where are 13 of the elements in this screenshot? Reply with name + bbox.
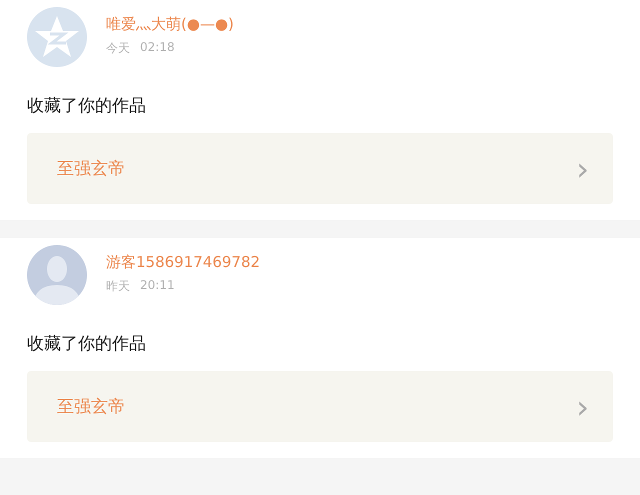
action-text: 收藏了你的作品 — [27, 95, 147, 117]
date-label: 昨天 — [106, 278, 130, 295]
time-label: 02:18 — [140, 40, 175, 56]
work-link[interactable]: 至强玄帝 › — [27, 371, 613, 442]
star-avatar-icon — [27, 7, 87, 67]
work-link[interactable]: 至强玄帝 › — [27, 133, 613, 204]
user-name[interactable]: 唯爱灬大萌(●—●) — [106, 15, 234, 34]
time-label: 20:11 — [140, 278, 175, 294]
user-name[interactable]: 游客1586917469782 — [106, 253, 260, 272]
date-label: 今天 — [106, 40, 130, 57]
action-text: 收藏了你的作品 — [27, 333, 147, 355]
chevron-icon: › — [576, 152, 589, 184]
chevron-icon: › — [576, 390, 589, 422]
